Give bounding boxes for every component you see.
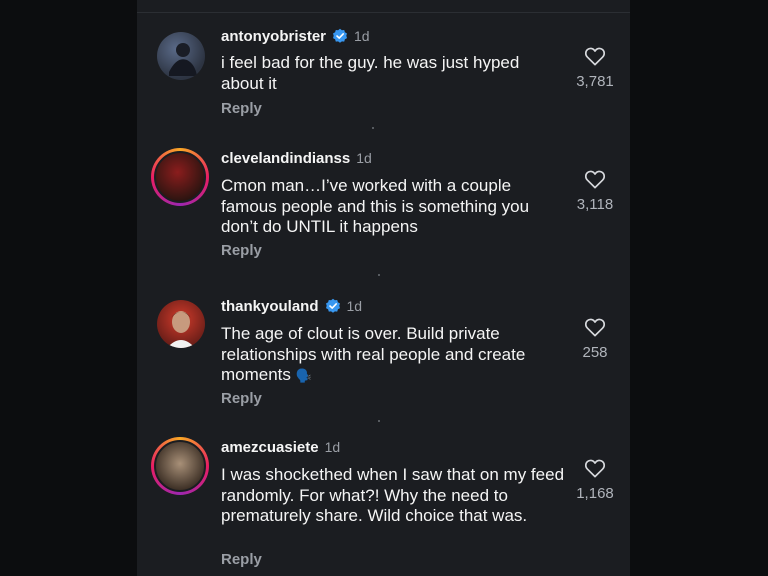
like-count: 3,118 xyxy=(576,196,614,213)
avatar-photo xyxy=(154,151,206,203)
like-count: 3,781 xyxy=(576,73,614,90)
heart-icon xyxy=(584,318,606,337)
verified-badge-icon xyxy=(325,298,340,313)
like-count: 258 xyxy=(582,344,608,361)
comment-text: The age of clout is over. Build private … xyxy=(221,324,566,387)
avatar[interactable] xyxy=(157,32,205,80)
comment-text: Cmon man…I’ve worked with a couple famou… xyxy=(221,176,530,236)
reply-button[interactable]: Reply xyxy=(221,551,262,568)
username[interactable]: clevelandindianss xyxy=(221,150,350,167)
avatar[interactable] xyxy=(151,148,209,206)
timestamp: 1d xyxy=(354,28,370,44)
comment-text-body: The age of clout is over. Build private … xyxy=(221,324,526,384)
avatar[interactable] xyxy=(157,300,205,348)
timestamp: 1d xyxy=(324,439,341,455)
like-button[interactable] xyxy=(581,315,609,339)
heart-icon xyxy=(584,170,606,189)
reply-button[interactable]: Reply xyxy=(221,390,262,407)
avatar-photo xyxy=(154,440,206,492)
username[interactable]: amezcuasiete xyxy=(221,439,319,456)
separator-dot xyxy=(372,127,374,129)
comments-panel: antonyobrister 1d i feel bad for the guy… xyxy=(137,0,630,576)
like-button[interactable] xyxy=(581,44,609,68)
avatar-photo xyxy=(169,43,197,76)
separator-dot xyxy=(378,420,380,422)
verified-badge-icon xyxy=(333,28,348,43)
reply-button[interactable]: Reply xyxy=(221,242,262,259)
heart-icon xyxy=(584,47,606,66)
avatar-photo xyxy=(167,311,195,348)
like-button[interactable] xyxy=(581,167,609,191)
reply-button[interactable]: Reply xyxy=(221,100,262,117)
separator-dot xyxy=(378,274,380,276)
like-button[interactable] xyxy=(581,456,609,480)
username[interactable]: thankyouland xyxy=(221,298,319,315)
timestamp: 1d xyxy=(356,150,372,166)
username[interactable]: antonyobrister xyxy=(221,28,326,45)
like-count: 1,168 xyxy=(576,485,614,502)
divider xyxy=(137,12,630,13)
heart-icon xyxy=(584,459,606,478)
timestamp: 1d xyxy=(346,298,363,314)
speaking-head-emoji-icon: 🗣️ xyxy=(295,368,312,383)
comment-text: I was shockethed when I saw that on my f… xyxy=(221,465,565,525)
avatar[interactable] xyxy=(151,437,209,495)
comment-text: i feel bad for the guy. he was just hype… xyxy=(221,53,520,93)
